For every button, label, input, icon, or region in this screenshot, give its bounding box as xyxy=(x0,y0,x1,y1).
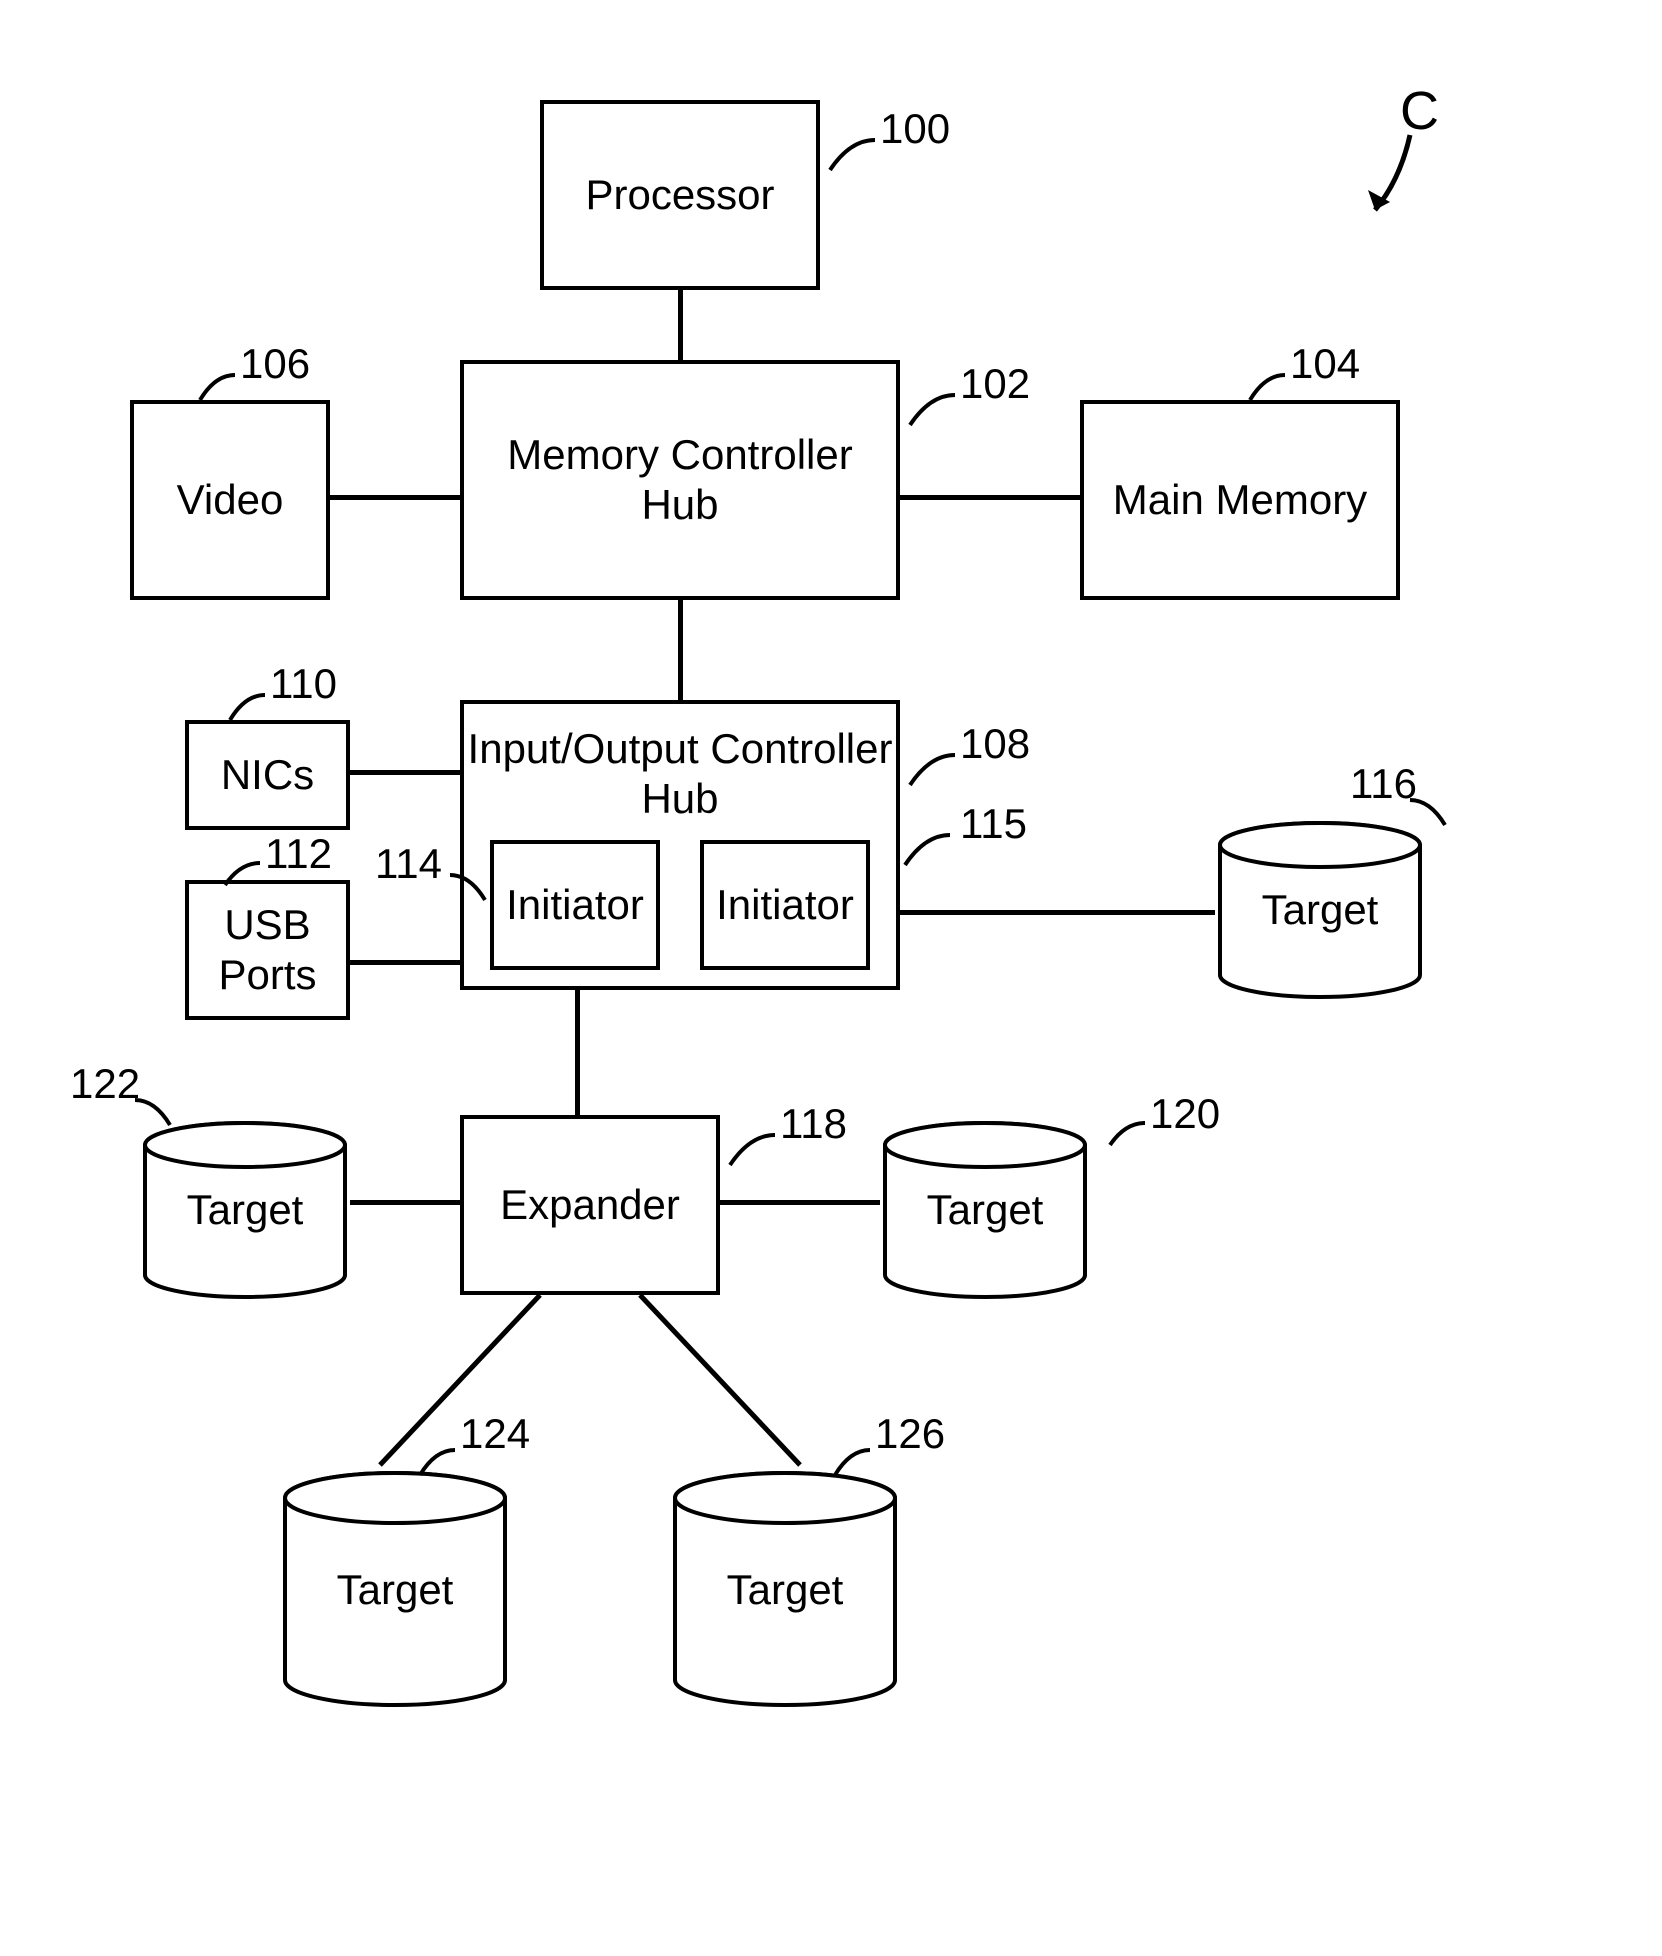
initiator2-label: Initiator xyxy=(716,880,854,930)
hook-icon xyxy=(720,1125,780,1175)
video-block: Video xyxy=(130,400,330,600)
connector-line xyxy=(330,495,460,500)
connector-line xyxy=(630,1295,810,1475)
target126-ref: 126 xyxy=(875,1410,945,1458)
target126-label: Target xyxy=(727,1566,844,1614)
connector-line xyxy=(575,990,580,1115)
usb-ref: 112 xyxy=(265,830,332,878)
expander-block: Expander xyxy=(460,1115,720,1295)
ioch-label: Input/Output Controller Hub xyxy=(468,724,893,825)
hook-icon xyxy=(825,1440,875,1485)
connector-line xyxy=(720,1200,880,1205)
target126-block: Target xyxy=(670,1470,900,1710)
main-memory-label: Main Memory xyxy=(1113,475,1367,525)
nics-label: NICs xyxy=(221,750,314,800)
connector-line xyxy=(678,290,683,360)
target120-label: Target xyxy=(927,1186,1044,1234)
connector-line xyxy=(350,1200,460,1205)
processor-ref: 100 xyxy=(880,105,950,153)
hook-icon xyxy=(215,855,265,895)
system-arrow-icon xyxy=(1350,130,1430,230)
initiator1-ref: 114 xyxy=(375,840,442,888)
connector-line xyxy=(350,960,460,965)
hook-icon xyxy=(900,745,960,795)
target124-ref: 124 xyxy=(460,1410,530,1458)
mch-label: Memory Controller Hub xyxy=(507,430,852,531)
expander-label: Expander xyxy=(500,1180,680,1230)
nics-ref: 110 xyxy=(270,660,337,708)
connector-line xyxy=(900,495,1080,500)
nics-block: NICs xyxy=(185,720,350,830)
hook-icon xyxy=(1405,790,1455,835)
initiator2-ref: 115 xyxy=(960,800,1027,848)
target120-ref: 120 xyxy=(1150,1090,1220,1138)
target124-label: Target xyxy=(337,1566,454,1614)
hook-icon xyxy=(900,385,960,435)
ioch-ref: 108 xyxy=(960,720,1030,768)
target122-label: Target xyxy=(187,1186,304,1234)
main-memory-ref: 104 xyxy=(1290,340,1360,388)
processor-label: Processor xyxy=(585,170,774,220)
mch-ref: 102 xyxy=(960,360,1030,408)
video-ref: 106 xyxy=(240,340,310,388)
usb-block: USB Ports xyxy=(185,880,350,1020)
connector-line xyxy=(678,600,683,700)
target124-block: Target xyxy=(280,1470,510,1710)
hook-icon xyxy=(220,685,270,730)
initiator2-block: Initiator xyxy=(700,840,870,970)
connector-line xyxy=(900,910,1215,915)
hook-icon xyxy=(130,1090,180,1135)
hook-icon xyxy=(820,130,880,180)
target116-block: Target xyxy=(1215,820,1425,1000)
initiator1-label: Initiator xyxy=(506,880,644,930)
video-label: Video xyxy=(177,475,284,525)
processor-block: Processor xyxy=(540,100,820,290)
target116-label: Target xyxy=(1262,886,1379,934)
expander-ref: 118 xyxy=(780,1100,847,1148)
initiator1-block: Initiator xyxy=(490,840,660,970)
usb-label: USB Ports xyxy=(218,900,316,1001)
hook-icon xyxy=(445,865,495,910)
hook-icon xyxy=(1100,1115,1150,1155)
hook-icon xyxy=(410,1440,460,1485)
target122-block: Target xyxy=(140,1120,350,1300)
connector-line xyxy=(350,770,460,775)
mch-block: Memory Controller Hub xyxy=(460,360,900,600)
main-memory-block: Main Memory xyxy=(1080,400,1400,600)
hook-icon xyxy=(190,365,240,410)
target120-block: Target xyxy=(880,1120,1090,1300)
hook-icon xyxy=(1240,365,1290,410)
hook-icon xyxy=(895,825,955,875)
